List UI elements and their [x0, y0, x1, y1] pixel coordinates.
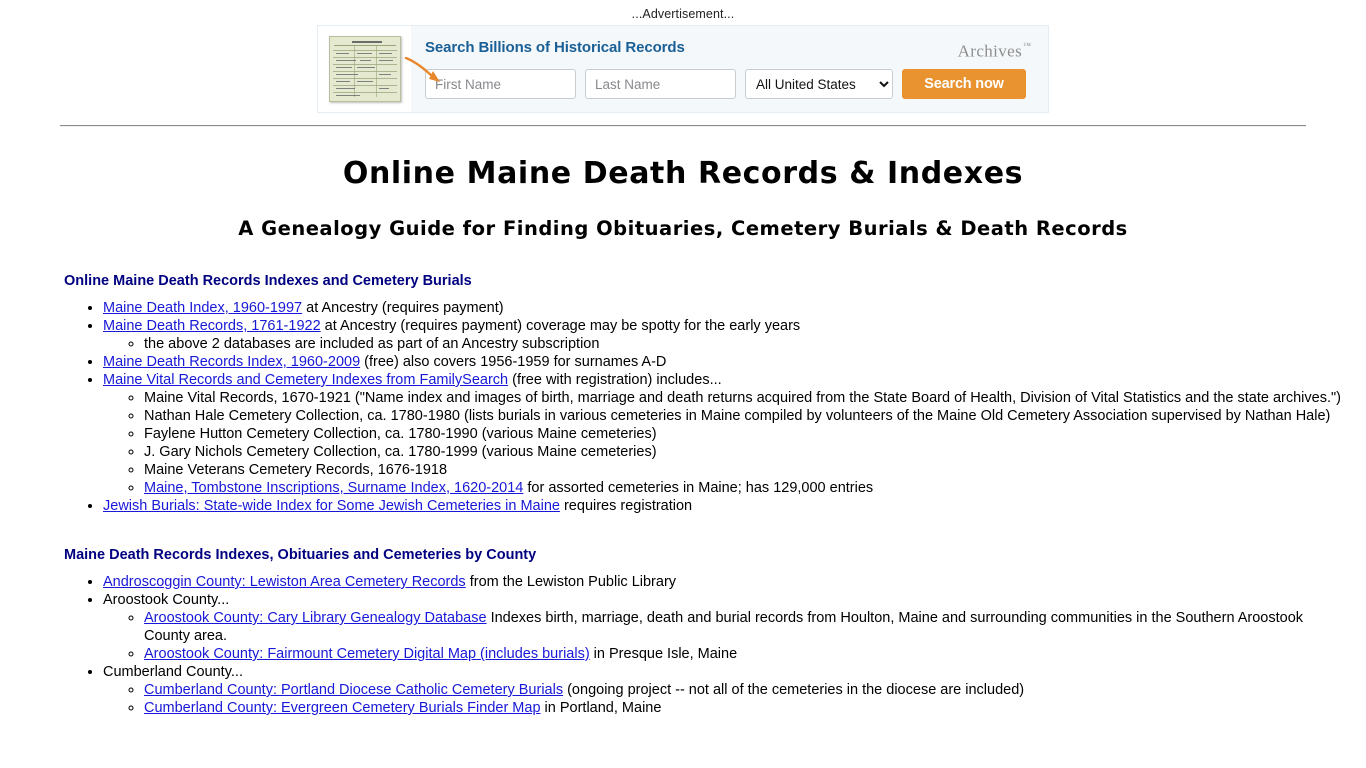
resource-description: Maine Vital Records, 1670-1921 ("Name in…	[144, 390, 1341, 406]
list-item: Maine Death Records, 1761-1922 at Ancest…	[103, 317, 1348, 353]
resource-description: in Portland, Maine	[540, 700, 662, 716]
sub-list-item: Maine, Tombstone Inscriptions, Surname I…	[144, 479, 1348, 497]
resource-link[interactable]: Androscoggin County: Lewiston Area Cemet…	[103, 574, 466, 590]
resource-description: (free) also covers 1956-1959 for surname…	[360, 354, 667, 370]
section-heading-by-county: Maine Death Records Indexes, Obituaries …	[64, 547, 537, 563]
resource-description: the above 2 databases are included as pa…	[144, 336, 600, 352]
resource-link[interactable]: Maine, Tombstone Inscriptions, Surname I…	[144, 480, 523, 496]
resource-description: at Ancestry (requires payment) coverage …	[320, 318, 801, 334]
resource-description: Faylene Hutton Cemetery Collection, ca. …	[144, 426, 657, 442]
sub-list-item: Cumberland County: Portland Diocese Cath…	[144, 681, 1348, 699]
resource-link[interactable]: Cumberland County: Evergreen Cemetery Bu…	[144, 700, 541, 716]
list-item: Maine Death Records Index, 1960-2009 (fr…	[103, 353, 1348, 371]
ad-banner[interactable]: Search Billions of Historical Records Ar…	[317, 25, 1049, 113]
sub-list-item: Nathan Hale Cemetery Collection, ca. 178…	[144, 407, 1348, 425]
resource-description: (ongoing project -- not all of the cemet…	[563, 682, 1025, 698]
resource-description: for assorted cemeteries in Maine; has 12…	[523, 480, 874, 496]
first-name-input[interactable]	[425, 69, 576, 100]
resource-description: J. Gary Nichols Cemetery Collection, ca.…	[144, 444, 657, 460]
sub-list-item: Maine Veterans Cemetery Records, 1676-19…	[144, 461, 1348, 479]
statewide-resource-list: Maine Death Index, 1960-1997 at Ancestry…	[64, 299, 1348, 515]
death-certificate-thumbnail-icon[interactable]	[328, 36, 401, 102]
archives-logo[interactable]: Archives™	[958, 39, 1036, 61]
resource-link[interactable]: Cumberland County: Portland Diocese Cath…	[144, 682, 563, 698]
advertisement-label: ...Advertisement...	[631, 7, 735, 21]
page-subtitle: A Genealogy Guide for Finding Obituaries…	[238, 217, 1128, 240]
sub-list-item: Cumberland County: Evergreen Cemetery Bu…	[144, 699, 1348, 717]
resource-description: Nathan Hale Cemetery Collection, ca. 178…	[144, 408, 1331, 424]
header-divider	[60, 125, 1306, 127]
sub-resource-list: the above 2 databases are included as pa…	[103, 335, 1348, 353]
sub-list-item: the above 2 databases are included as pa…	[144, 335, 1348, 353]
resource-description: (free with registration) includes...	[508, 372, 722, 388]
ad-search-form: All United States Search now	[425, 69, 1036, 100]
resource-link[interactable]: Aroostook County: Cary Library Genealogy…	[144, 610, 487, 626]
advertisement-region: ...Advertisement... Search Billions of H…	[0, 0, 1366, 113]
sub-resource-list: Aroostook County: Cary Library Genealogy…	[103, 609, 1348, 663]
trademark-symbol: ™	[1023, 40, 1031, 50]
sub-list-item: Aroostook County: Cary Library Genealogy…	[144, 609, 1348, 645]
section-heading-statewide: Online Maine Death Records Indexes and C…	[64, 273, 472, 289]
sub-resource-list: Maine Vital Records, 1670-1921 ("Name in…	[103, 389, 1348, 497]
ad-headline-row: Search Billions of Historical Records Ar…	[425, 39, 1036, 61]
list-item: Androscoggin County: Lewiston Area Cemet…	[103, 573, 1348, 591]
resource-link[interactable]: Maine Death Records, 1761-1922	[103, 318, 321, 334]
county-resource-list: Androscoggin County: Lewiston Area Cemet…	[64, 573, 1348, 717]
list-item: Maine Death Index, 1960-1997 at Ancestry…	[103, 299, 1348, 317]
ad-headline: Search Billions of Historical Records	[425, 38, 685, 56]
last-name-input[interactable]	[585, 69, 736, 100]
sub-list-item: J. Gary Nichols Cemetery Collection, ca.…	[144, 443, 1348, 461]
main-content: Online Maine Death Records Indexes and C…	[0, 272, 1366, 717]
resource-description: Maine Veterans Cemetery Records, 1676-19…	[144, 462, 448, 478]
search-now-button[interactable]: Search now	[902, 69, 1026, 100]
resource-link[interactable]: Maine Death Index, 1960-1997	[103, 300, 302, 316]
resource-link[interactable]: Maine Death Records Index, 1960-2009	[103, 354, 360, 370]
resource-link[interactable]: Jewish Burials: State-wide Index for Som…	[103, 498, 560, 514]
resource-description: at Ancestry (requires payment)	[302, 300, 504, 316]
list-item: Jewish Burials: State-wide Index for Som…	[103, 497, 1348, 515]
ad-content: Search Billions of Historical Records Ar…	[404, 26, 1048, 112]
list-item: Aroostook County... Aroostook County: Car…	[103, 591, 1348, 663]
sub-list-item: Aroostook County: Fairmount Cemetery Dig…	[144, 645, 1348, 663]
archives-logo-text: Archives	[957, 41, 1023, 61]
sub-list-item: Faylene Hutton Cemetery Collection, ca. …	[144, 425, 1348, 443]
resource-description: requires registration	[559, 498, 693, 514]
resource-description: Aroostook County...	[103, 592, 230, 608]
sub-list-item: Maine Vital Records, 1670-1921 ("Name in…	[144, 389, 1348, 407]
resource-description: Cumberland County...	[103, 664, 243, 680]
list-item: Maine Vital Records and Cemetery Indexes…	[103, 371, 1348, 497]
resource-description: from the Lewiston Public Library	[465, 574, 677, 590]
resource-link[interactable]: Maine Vital Records and Cemetery Indexes…	[103, 372, 508, 388]
sub-resource-list: Cumberland County: Portland Diocese Cath…	[103, 681, 1348, 717]
resource-link[interactable]: Aroostook County: Fairmount Cemetery Dig…	[144, 646, 590, 662]
region-select[interactable]: All United States	[745, 69, 893, 100]
page-title: Online Maine Death Records & Indexes	[342, 156, 1024, 191]
ad-thumbnail-cell	[318, 26, 411, 112]
list-item: Cumberland County... Cumberland County: P…	[103, 663, 1348, 717]
resource-description: in Presque Isle, Maine	[589, 646, 738, 662]
